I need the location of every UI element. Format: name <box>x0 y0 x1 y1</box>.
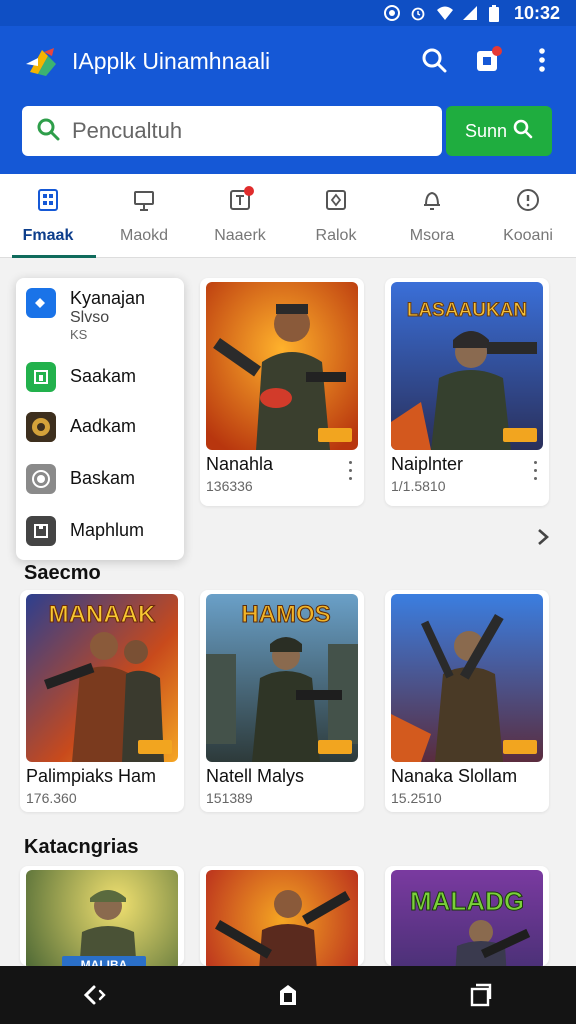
system-nav-bar <box>0 966 576 1024</box>
popup-item-4[interactable]: Maphlum <box>26 516 144 546</box>
alarm-icon <box>410 5 426 21</box>
tab-label: Kooani <box>503 226 553 244</box>
chevron-right-icon[interactable] <box>532 526 554 548</box>
game-thumbnail: HAMOS <box>206 594 358 762</box>
app-count: 1/1.5810 <box>391 478 446 494</box>
popup-item-0[interactable]: Kyanajan Slvso KS <box>26 288 145 342</box>
tab-label: Naaerk <box>214 226 266 244</box>
game-thumbnail: MALADG <box>391 870 543 966</box>
tab-badge <box>244 186 254 196</box>
app-name: Nanahla <box>206 454 274 474</box>
section-title: Katacngrias <box>24 836 139 858</box>
search-button-icon <box>513 119 533 144</box>
app-count: 136336 <box>206 478 253 494</box>
box-icon <box>324 188 348 217</box>
app-name: Nanaka Slollam <box>391 766 518 786</box>
search-icon[interactable] <box>418 44 450 76</box>
popup-item-sub: Slvso <box>70 309 110 326</box>
wifi-icon <box>436 5 453 21</box>
popup-item-3[interactable]: Baskam <box>26 464 135 494</box>
battery-icon <box>488 5 504 22</box>
search-box[interactable] <box>22 106 442 156</box>
search-button-label: Sunn <box>464 120 508 141</box>
app-card[interactable]: Nanaka Slollam 15.2510 <box>385 590 549 812</box>
tab-5[interactable]: Kooani <box>480 174 576 258</box>
grid-icon <box>36 188 60 217</box>
thumbnail-title-art: MALADG <box>410 886 524 916</box>
status-time: 10:32 <box>513 2 560 23</box>
game-thumbnail: MANAAK <box>26 594 178 762</box>
location-icon <box>383 5 400 21</box>
tab-3[interactable]: Ralok <box>288 174 384 258</box>
more-options-icon[interactable] <box>529 458 541 482</box>
game-thumbnail <box>206 870 358 966</box>
tab-label: Fmaak <box>22 226 74 244</box>
popup-item-label: Kyanajan <box>70 288 146 308</box>
tab-4[interactable]: Msora <box>384 174 480 258</box>
thumbnail-title-art: HAMOS <box>241 601 330 628</box>
thumbnail-title-art: MANAAK <box>49 601 156 628</box>
game-thumbnail <box>206 282 358 450</box>
app-card[interactable]: MANAAK Palimpiaks Ham 176.360 <box>20 590 184 812</box>
app-green-icon <box>26 362 56 392</box>
app-card[interactable]: MALADG <box>385 866 549 966</box>
puzzle-icon <box>26 516 56 546</box>
app-logo-icon <box>24 44 60 80</box>
popup-item-1[interactable]: Saakam <box>26 362 136 392</box>
home-icon[interactable] <box>268 975 308 1015</box>
search-input[interactable] <box>72 118 412 144</box>
popup-item-label: Aadkam <box>70 416 137 436</box>
app-name: Palimpiaks Ham <box>26 766 157 786</box>
tab-label: Msora <box>409 226 455 244</box>
app-name: Naiplnter <box>391 454 464 474</box>
game-thumbnail: MALIBA <box>26 870 178 966</box>
popup-item-2[interactable]: Aadkam <box>26 412 136 442</box>
app-name: Natell Malys <box>206 766 305 786</box>
recents-icon[interactable] <box>460 975 500 1015</box>
more-options-icon[interactable] <box>526 44 558 76</box>
app-title: IApplk Uinamhnaali <box>72 48 271 74</box>
popup-menu: Kyanajan Slvso KS Saakam Aadkam Baskam M… <box>16 278 184 560</box>
status-bar: 10:32 <box>0 0 576 26</box>
popup-item-label: Maphlum <box>70 520 145 540</box>
app-count: 151389 <box>206 790 253 806</box>
thumbnail-title-art: MALIBA <box>81 958 128 966</box>
notifications-icon[interactable] <box>472 44 504 76</box>
app-count: 176.360 <box>26 790 77 806</box>
camera-icon <box>26 464 56 494</box>
info-icon <box>516 188 540 217</box>
popup-item-sub2: KS <box>70 327 88 342</box>
signal-icon <box>462 5 478 21</box>
app-card[interactable]: LASAAUKAN Naiplnter 1/1.5810 <box>385 278 549 506</box>
tab-1[interactable]: Maokd <box>96 174 192 258</box>
more-options-icon[interactable] <box>344 458 356 482</box>
game-thumbnail <box>391 594 543 762</box>
game-thumbnail: LASAAUKAN <box>391 282 543 450</box>
section-title: Saecmo <box>24 562 101 584</box>
search-field-icon <box>36 117 60 146</box>
app-card[interactable] <box>200 866 364 966</box>
tab-2[interactable]: Naaerk <box>192 174 288 258</box>
app-card[interactable]: HAMOS Natell Malys 151389 <box>200 590 364 812</box>
bell-icon <box>420 188 444 217</box>
app-card[interactable]: MALIBA <box>20 866 184 966</box>
popup-item-label: Baskam <box>70 468 136 488</box>
app-blue-icon <box>26 288 56 318</box>
app-bar: IApplk Uinamhnaali Sunn <box>0 26 576 174</box>
tab-0[interactable]: Fmaak <box>0 174 96 258</box>
app-count: 15.2510 <box>391 790 442 806</box>
back-icon[interactable] <box>76 975 116 1015</box>
category-tabs: Fmaak Maokd Naaerk Ralok Msora Kooani <box>0 174 576 258</box>
tab-label: Maokd <box>119 226 169 244</box>
gift-icon <box>132 188 156 217</box>
thumbnail-title-art: LASAAUKAN <box>407 300 527 321</box>
popup-item-label: Saakam <box>70 366 137 386</box>
app-card[interactable]: Nanahla 136336 <box>200 278 364 506</box>
tab-label: Ralok <box>315 226 357 244</box>
search-button[interactable]: Sunn <box>446 106 552 156</box>
game-thumb-icon <box>26 412 56 442</box>
